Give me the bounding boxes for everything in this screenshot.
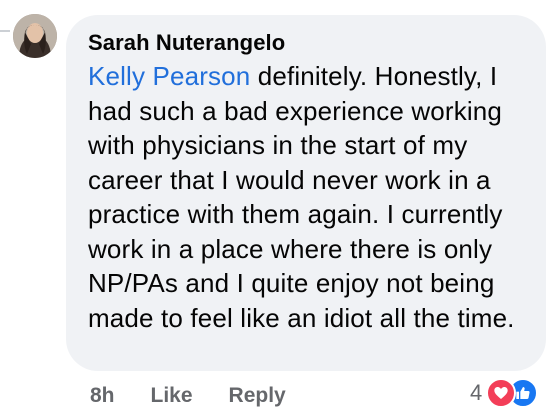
mention-link[interactable]: Kelly Pearson [88,61,250,91]
thread-connector-line [0,30,10,32]
comment-body: definitely. Honestly, I had such a bad e… [88,61,515,333]
reaction-count: 4 [470,380,483,405]
reaction-summary[interactable]: 4 [470,378,539,408]
comment-bubble: Sarah Nuterangelo Kelly Pearson definite… [66,15,546,371]
comment-author[interactable]: Sarah Nuterangelo [88,29,524,57]
avatar-image [13,14,57,58]
comment-actions: 8h Like Reply [90,384,286,408]
comment-timestamp[interactable]: 8h [90,384,115,408]
avatar[interactable] [13,14,57,58]
comment-container: Sarah Nuterangelo Kelly Pearson definite… [0,0,549,416]
like-button[interactable]: Like [151,384,193,408]
comment-text: Kelly Pearson definitely. Honestly, I ha… [88,59,524,335]
reply-button[interactable]: Reply [229,384,286,408]
